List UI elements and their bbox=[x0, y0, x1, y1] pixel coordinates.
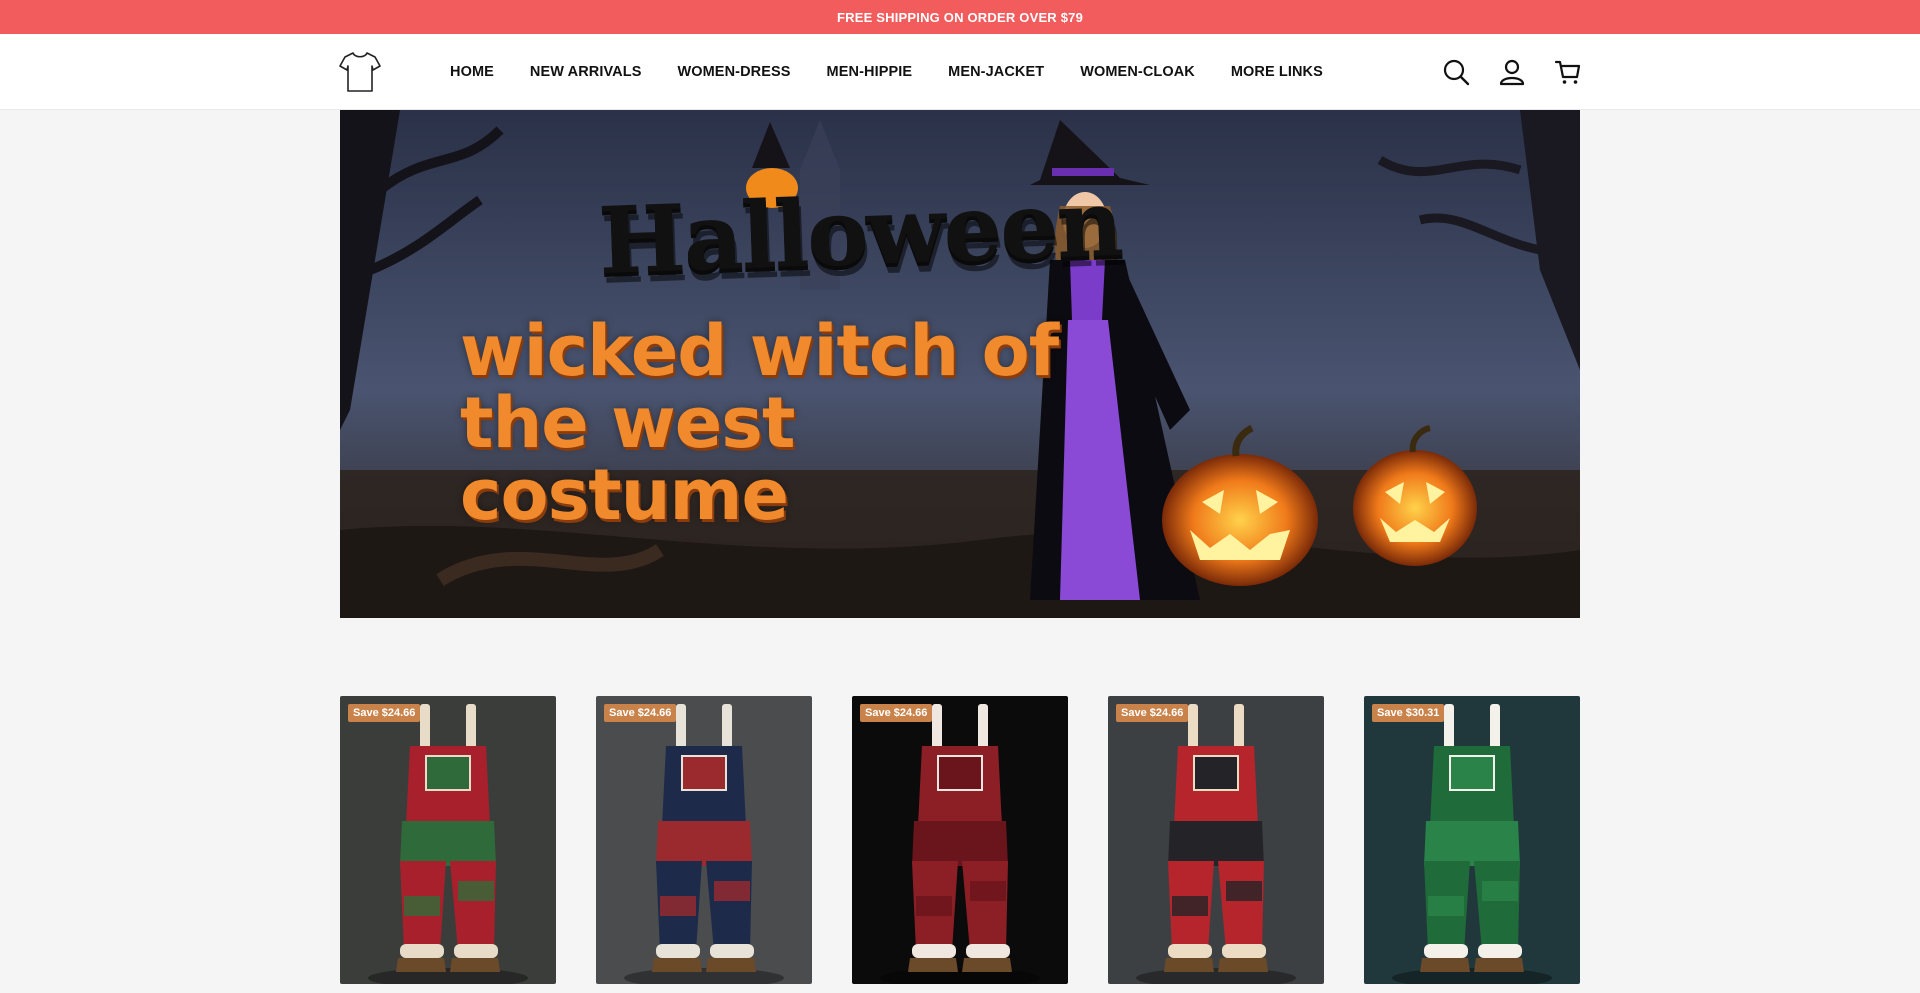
product-image bbox=[340, 696, 556, 984]
search-icon[interactable] bbox=[1442, 58, 1470, 86]
product-image bbox=[1108, 696, 1324, 984]
hero-title: Halloween bbox=[596, 168, 1124, 296]
hero-subtitle: wicked witch of the west costume bbox=[460, 310, 1059, 536]
product-card[interactable]: Save $24.66 bbox=[1108, 696, 1324, 984]
nav-women-dress[interactable]: WOMEN-DRESS bbox=[677, 64, 790, 80]
product-image bbox=[852, 696, 1068, 984]
nav-women-cloak[interactable]: WOMEN-CLOAK bbox=[1080, 64, 1195, 80]
nav-men-jacket[interactable]: MEN-JACKET bbox=[948, 64, 1044, 80]
save-badge: Save $24.66 bbox=[348, 704, 421, 722]
product-card[interactable]: Save $30.31 bbox=[1364, 696, 1580, 984]
cart-icon[interactable] bbox=[1554, 58, 1582, 86]
nav-more-links[interactable]: MORE LINKS bbox=[1231, 64, 1323, 80]
product-card[interactable]: Save $24.66 bbox=[340, 696, 556, 984]
announcement-bar: FREE SHIPPING ON ORDER OVER $79 bbox=[0, 0, 1920, 34]
product-image bbox=[1364, 696, 1580, 984]
account-icon[interactable] bbox=[1498, 58, 1526, 86]
save-badge: Save $30.31 bbox=[1372, 704, 1445, 722]
product-image bbox=[596, 696, 812, 984]
product-grid: Save $24.66 Save $24.66 Save $24.66 Save… bbox=[340, 696, 1580, 984]
nav-home[interactable]: HOME bbox=[450, 64, 494, 80]
product-card[interactable]: Save $24.66 bbox=[596, 696, 812, 984]
header-actions bbox=[1442, 34, 1582, 110]
nav-new-arrivals[interactable]: NEW ARRIVALS bbox=[530, 64, 642, 80]
product-card[interactable]: Save $24.66 bbox=[852, 696, 1068, 984]
hero-banner[interactable]: Halloween wicked witch of the west costu… bbox=[340, 110, 1580, 618]
site-header: HOME NEW ARRIVALS WOMEN-DRESS MEN-HIPPIE… bbox=[0, 34, 1920, 110]
main-nav: HOME NEW ARRIVALS WOMEN-DRESS MEN-HIPPIE… bbox=[450, 34, 1359, 110]
announcement-text: FREE SHIPPING ON ORDER OVER $79 bbox=[836, 9, 1084, 25]
nav-men-hippie[interactable]: MEN-HIPPIE bbox=[827, 64, 913, 80]
save-badge: Save $24.66 bbox=[860, 704, 933, 722]
save-badge: Save $24.66 bbox=[604, 704, 677, 722]
tshirt-logo-icon bbox=[339, 52, 381, 92]
save-badge: Save $24.66 bbox=[1116, 704, 1189, 722]
